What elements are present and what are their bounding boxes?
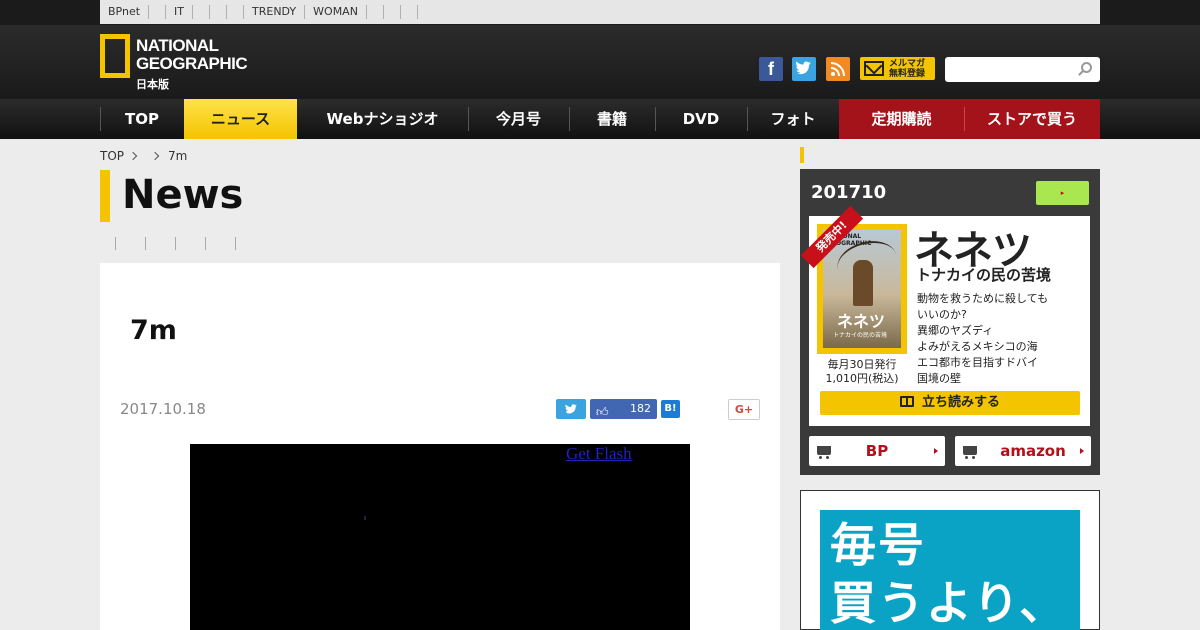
chevron-right-icon (150, 151, 160, 161)
read-preview-label: 立ち読みする (921, 395, 1000, 410)
twitter-icon[interactable] (792, 57, 816, 81)
site-header: NATIONAL GEOGRAPHIC 日本版 f メルマガ 無料登録 (0, 25, 1200, 99)
nav-item-store[interactable]: ストアで買う (964, 99, 1100, 139)
site-logo[interactable]: NATIONAL GEOGRAPHIC 日本版 (100, 34, 250, 92)
sidebar-accent (800, 147, 804, 163)
topbar-link-it[interactable]: IT (166, 5, 194, 19)
issue-schedule: 毎月30日発行 (827, 358, 897, 371)
section-subtabs (115, 237, 236, 250)
ad-headline: 毎号 買うより、 (830, 516, 1067, 630)
chevron-right-icon (128, 151, 138, 161)
breadcrumb-top[interactable]: TOP (100, 149, 124, 163)
ad-line-1: 毎号 (830, 518, 926, 572)
section-title-accent (100, 170, 110, 222)
topic-item: エコ都市を目指すドバイ (917, 356, 1038, 369)
facebook-icon[interactable]: f (759, 57, 783, 81)
cover-figure-shape (853, 260, 873, 306)
newsletter-label-line-2: 無料登録 (889, 69, 926, 79)
top-utility-bar-wrap: BPnet IT TRENDY WOMAN (0, 0, 1200, 25)
nav-item-this-month[interactable]: 今月号 (468, 99, 569, 139)
issue-price: 1,010円(税込) (825, 372, 899, 385)
nav-item-dvd[interactable]: DVD (655, 99, 747, 139)
read-preview-button[interactable]: 立ち読みする (820, 391, 1080, 415)
topic-item: 異郷のヤズディ (917, 324, 994, 337)
arrow-right-icon (1080, 448, 1084, 454)
logo-line-1: NATIONAL (136, 36, 219, 55)
get-flash-link[interactable]: Get Flash (566, 444, 632, 464)
topbar-link[interactable] (210, 5, 228, 19)
topic-item: いいのか? (917, 308, 967, 321)
nav-item-books[interactable]: 書籍 (569, 99, 655, 139)
topbar-link[interactable] (193, 5, 211, 19)
top-utility-bar: BPnet IT TRENDY WOMAN (100, 0, 1100, 24)
share-twitter-button[interactable] (556, 399, 586, 419)
hatena-bookmark-button[interactable]: B! (661, 400, 680, 418)
breadcrumb: TOP 7m (100, 149, 187, 163)
video-artifact (364, 516, 366, 520)
flash-video-player[interactable]: Get Flash (190, 444, 690, 630)
twitter-icon (565, 404, 577, 414)
ad-line-2: 買うより、 (830, 576, 1068, 630)
topbar-link[interactable] (149, 5, 167, 19)
buy-bp-label: BP (865, 442, 889, 460)
nav-item-top[interactable]: TOP (100, 99, 184, 139)
topbar-link-trendy[interactable]: TRENDY (244, 5, 306, 19)
cover-image: NATIONAL GEOGRAPHIC ネネツ トナカイの民の苦境 (823, 230, 902, 348)
buy-amazon-button[interactable]: amazon (955, 436, 1091, 466)
breadcrumb-current: 7m (168, 149, 188, 163)
search-icon[interactable] (1081, 62, 1092, 73)
like-count: 182 (630, 402, 651, 415)
subtab[interactable] (115, 237, 145, 250)
subtab[interactable] (145, 237, 175, 250)
mail-icon (864, 61, 884, 76)
magazine-subhead: トナカイの民の苦境 (916, 266, 1052, 284)
subscription-ad[interactable]: 毎号 買うより、 (800, 490, 1100, 630)
topic-item: よみがえるメキシコの海 (917, 340, 1038, 353)
logo-yellow-frame-icon (100, 34, 130, 78)
cover-subtitle: トナカイの民の苦境 (833, 332, 888, 339)
topbar-link-woman[interactable]: WOMAN (305, 5, 367, 19)
nav-item-web-nashojio[interactable]: Webナショジオ (297, 99, 468, 139)
nav-item-photo[interactable]: フォト (747, 99, 839, 139)
subtab[interactable] (235, 237, 236, 250)
topbar-link-bpnet[interactable]: BPnet (100, 5, 150, 19)
magazine-promo: 201710 ▸ NATIONAL GEOGRAPHIC ネネツ トナカイの民の… (800, 169, 1100, 475)
article-date: 2017.10.18 (120, 400, 206, 418)
google-plus-button[interactable]: G+ (728, 399, 760, 420)
page-title: News (122, 172, 244, 218)
arrow-right-icon (934, 448, 938, 454)
search-input[interactable] (945, 57, 1100, 82)
issue-number: 201710 (811, 182, 887, 203)
magazine-topics: 動物を救うために殺しても いいのか? 異郷のヤズディ よみがえるメキシコの海 エ… (917, 291, 1048, 387)
subtab[interactable] (205, 237, 235, 250)
book-icon (899, 396, 914, 407)
main-nav: TOP ニュース Webナショジオ 今月号 書籍 DVD フォト 定期購読 スト… (0, 99, 1200, 139)
rss-icon[interactable] (826, 57, 850, 81)
article-title: 7m (130, 315, 177, 346)
buy-bp-button[interactable]: BP (809, 436, 945, 466)
newsletter-label: メルマガ 無料登録 (889, 59, 925, 79)
topbar-link[interactable] (227, 5, 245, 19)
topic-item: 国境の壁 (917, 372, 961, 385)
nav-item-subscription[interactable]: 定期購読 (839, 99, 964, 139)
thumbs-up-icon: 👍︎ (596, 405, 609, 419)
topbar-link[interactable] (384, 5, 401, 19)
facebook-like-button[interactable]: 👍︎ 182 (590, 399, 657, 419)
logo-wordmark: NATIONAL GEOGRAPHIC (136, 36, 248, 73)
topbar-link[interactable] (367, 5, 384, 19)
magazine-card[interactable]: NATIONAL GEOGRAPHIC ネネツ トナカイの民の苦境 発売中! 毎… (800, 205, 1090, 426)
topic-item: 動物を救うために殺しても (917, 292, 1049, 305)
logo-line-2: GEOGRAPHIC (136, 54, 248, 73)
issue-detail-button[interactable]: ▸ (1036, 181, 1089, 205)
article-card: 7m 2017.10.18 👍︎ 182 B! G+ Get Flash (100, 263, 780, 630)
cover-title: ネネツ (837, 312, 886, 331)
logo-edition: 日本版 (136, 78, 169, 91)
nav-item-news[interactable]: ニュース (184, 99, 297, 139)
issue-meta: 毎月30日発行 1,010円(税込) (817, 358, 907, 386)
newsletter-label-line-1: メルマガ (889, 59, 926, 69)
topbar-link[interactable] (401, 5, 418, 19)
newsletter-signup-button[interactable]: メルマガ 無料登録 (860, 57, 935, 80)
subtab[interactable] (175, 237, 205, 250)
ad-banner: 毎号 買うより、 (820, 510, 1080, 630)
